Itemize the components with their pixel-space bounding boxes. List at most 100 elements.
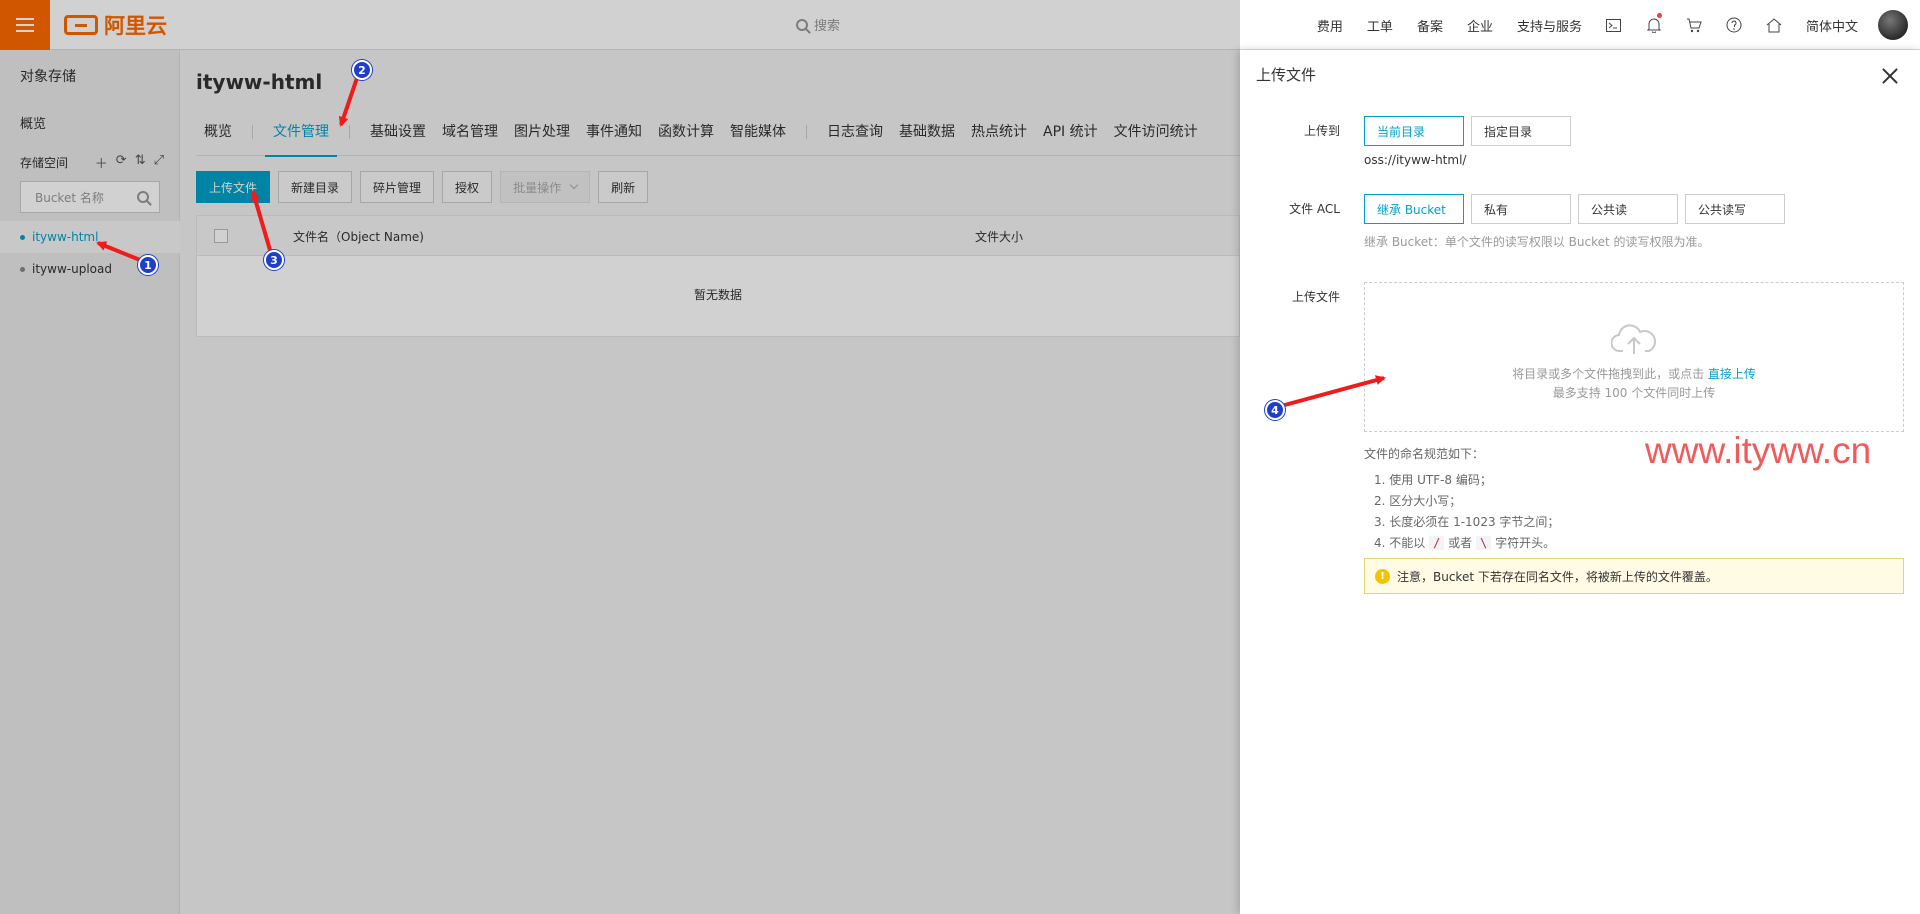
nav-fees[interactable]: 费用 [1305,16,1355,35]
acl-label: 文件 ACL [1289,202,1340,216]
tab-bar: 概览 文件管理 基础设置 域名管理 图片处理 事件通知 函数计算 智能媒体 日志… [196,120,1240,157]
tab-function-compute[interactable]: 函数计算 [650,120,722,156]
naming-rules-title: 文件的命名规范如下： [1364,447,1485,461]
file-dropzone[interactable]: 将目录或多个文件拖拽到此，或点击 直接上传 最多支持 100 个文件同时上传 [1364,282,1904,432]
bucket-search-placeholder: Bucket 名称 [35,190,104,205]
tab-basic-settings[interactable]: 基础设置 [362,120,434,156]
naming-rule: 1. 使用 UTF-8 编码； [1374,473,1492,487]
tab-file-management[interactable]: 文件管理 [265,120,337,157]
sidebar: 对象存储 概览 存储空间 ＋ ⟳ ⇅ ⤢ Bucket 名称 ityww-htm… [0,50,180,914]
search-icon[interactable] [137,191,149,203]
rule-code: \ [1476,536,1492,550]
home-icon[interactable] [1754,0,1794,50]
batch-operation-label: 批量操作 [513,180,562,195]
top-nav: 费用 工单 备案 企业 支持与服务 简体中文 [1305,0,1920,50]
naming-rule: 3. 长度必须在 1-1023 字节之间； [1374,515,1560,529]
tab-smart-media[interactable]: 智能媒体 [722,120,794,156]
bell-icon[interactable] [1634,0,1674,50]
fragment-management-button[interactable]: 碎片管理 [360,171,435,203]
tab-log-query[interactable]: 日志查询 [819,120,891,156]
tab-file-access-stats[interactable]: 文件访问统计 [1106,120,1206,156]
tab-api-stats[interactable]: API 统计 [1035,120,1106,156]
batch-operation-dropdown: 批量操作 [500,171,591,203]
search-placeholder: 搜索 [814,19,841,34]
language-switch[interactable]: 简体中文 [1794,16,1870,35]
tab-image-processing[interactable]: 图片处理 [506,120,578,156]
bucket-search-input[interactable]: Bucket 名称 [20,181,160,213]
rule-text: 字符开头。 [1495,536,1556,550]
drawer-title: 上传文件 [1256,66,1317,84]
column-file-size[interactable]: 文件大小 [975,228,1023,245]
cart-icon[interactable] [1674,0,1714,50]
tab-hotspot-stats[interactable]: 热点统计 [963,120,1035,156]
search-icon [796,18,808,31]
upload-to-label: 上传到 [1303,124,1340,138]
column-file-name[interactable]: 文件名（Object Name) [293,228,424,245]
bucket-item-ityww-html[interactable]: ityww-html [0,221,180,253]
bucket-dot [20,266,25,272]
sort-icon[interactable]: ⇅ [135,153,146,172]
terminal-icon[interactable] [1594,0,1634,50]
refresh-button[interactable]: 刷新 [598,171,649,203]
upload-path: oss://ityww-html/ [1364,153,1467,167]
sidebar-item-overview[interactable]: 概览 [20,113,46,132]
global-search[interactable]: 搜索 [796,15,840,34]
notification-dot [1656,13,1662,18]
nav-enterprise[interactable]: 企业 [1455,16,1505,35]
cloud-upload-icon [1611,324,1656,354]
close-icon[interactable] [1882,68,1898,84]
menu-icon[interactable] [0,0,50,50]
tab-divider [806,125,807,139]
acl-public-read[interactable]: 公共读 [1578,194,1678,224]
tab-domain[interactable]: 域名管理 [434,120,506,156]
nav-icp[interactable]: 备案 [1405,16,1455,35]
annotation-badge-1: 1 [138,255,158,275]
annotation-badge-3: 3 [264,250,284,270]
upload-to-options: 当前目录 指定目录 [1364,116,1571,146]
dropzone-limit: 最多支持 100 个文件同时上传 [1552,386,1716,400]
refresh-icon[interactable]: ⟳ [116,153,127,172]
naming-rules: 文件的命名规范如下： 1. 使用 UTF-8 编码； 2. 区分大小写； 3. … [1364,444,1559,554]
new-directory-button[interactable]: 新建目录 [278,171,353,203]
bucket-label: ityww-html [32,230,99,244]
bucket-section-label: 存储空间 [20,156,69,170]
user-avatar[interactable] [1878,10,1908,40]
tab-basic-data[interactable]: 基础数据 [891,120,963,156]
aliyun-logo[interactable]: 阿里云 [64,12,167,38]
empty-state-text: 暂无数据 [693,288,742,302]
acl-inherit-bucket[interactable]: 继承 Bucket [1364,194,1464,224]
annotation-badge-4: 4 [1265,400,1285,420]
expand-icon[interactable]: ⤢ [154,153,164,172]
tab-overview[interactable]: 概览 [196,120,240,156]
acl-public-read-write[interactable]: 公共读写 [1685,194,1785,224]
select-all-checkbox[interactable] [214,229,228,243]
dropzone-instruction: 将目录或多个文件拖拽到此，或点击 直接上传 [1365,365,1903,382]
naming-rule: 2. 区分大小写； [1374,494,1462,508]
add-icon[interactable]: ＋ [95,153,108,172]
annotation-badge-2: 2 [352,60,372,80]
tab-divider [349,125,350,139]
tab-event-notification[interactable]: 事件通知 [578,120,650,156]
nav-support[interactable]: 支持与服务 [1505,16,1594,35]
upload-file-button[interactable]: 上传文件 [196,171,271,203]
naming-rule: 4. 不能以 / 或者 \ 字符开头。 [1374,533,1559,554]
overwrite-warning: ! 注意，Bucket 下若存在同名文件，将被新上传的文件覆盖。 [1364,558,1904,594]
rule-text: 或者 [1448,536,1473,550]
table-body: 暂无数据 [197,256,1239,336]
acl-private[interactable]: 私有 [1471,194,1571,224]
warning-icon: ! [1375,568,1390,584]
upload-file-label: 上传文件 [1291,290,1340,304]
chevron-down-icon [569,180,579,190]
option-specified-directory[interactable]: 指定目录 [1471,116,1571,146]
help-icon[interactable] [1714,0,1754,50]
direct-upload-link[interactable]: 直接上传 [1708,367,1756,381]
file-toolbar: 上传文件 新建目录 碎片管理 授权 批量操作 刷新 [196,171,649,203]
top-bar: 阿里云 搜索 费用 工单 备案 企业 支持与服务 简体中文 [0,0,1920,50]
option-current-directory[interactable]: 当前目录 [1364,116,1464,146]
authorize-button[interactable]: 授权 [442,171,493,203]
upload-drawer: 上传文件 上传到 当前目录 指定目录 oss://ityww-html/ 文件 … [1240,50,1920,914]
main-content: ityww-html 概览 文件管理 基础设置 域名管理 图片处理 事件通知 函… [181,50,1263,914]
nav-tickets[interactable]: 工单 [1355,16,1405,35]
bucket-dot [20,234,25,240]
page-title: ityww-html [196,70,323,94]
